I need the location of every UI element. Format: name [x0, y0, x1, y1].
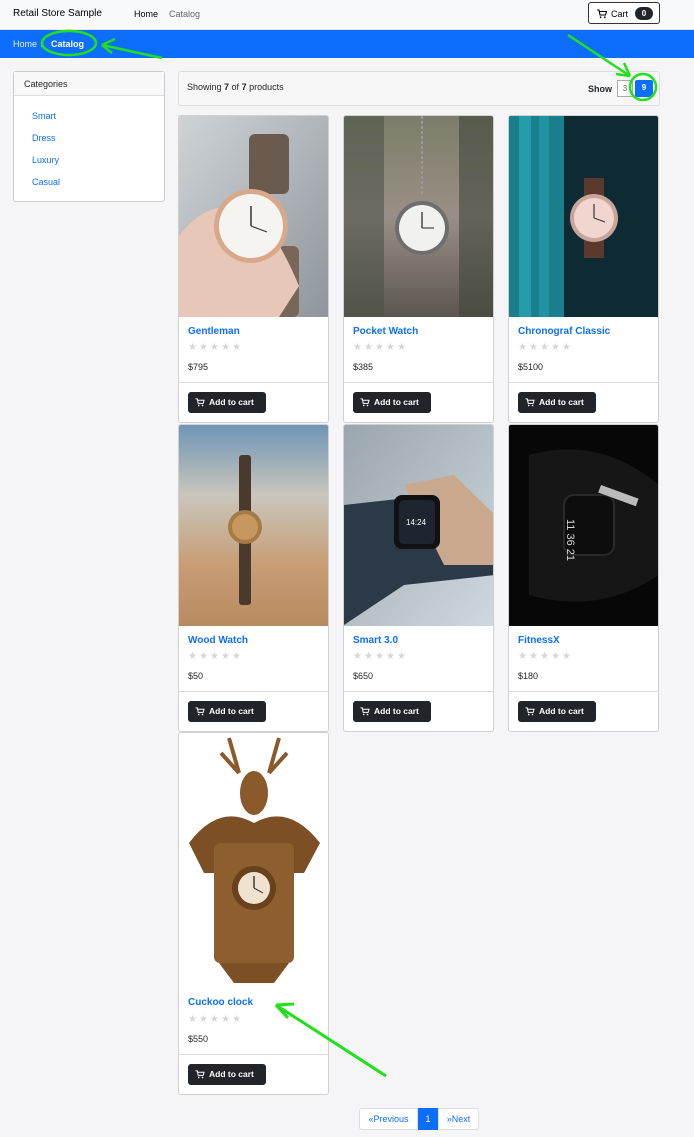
product-price: $180 [518, 671, 539, 681]
cart-count-badge: 0 [635, 7, 653, 20]
product-image-smart-3[interactable]: 14:24 [344, 425, 493, 626]
page-size-option-3[interactable]: 3 [617, 80, 633, 97]
product-price: $650 [353, 671, 374, 681]
brand-name[interactable]: Retail Store Sample [13, 8, 102, 19]
product-price: $385 [353, 362, 374, 372]
svg-text:11 36 21: 11 36 21 [564, 519, 576, 561]
breadcrumb: Home / Catalog [0, 30, 694, 58]
cart-label: Cart [611, 9, 629, 19]
add-to-cart-label: Add to cart [209, 1069, 254, 1079]
categories-title: Categories [14, 72, 164, 96]
product-card-smart-3: 14:24 Smart 3.0 ★ ★ ★ ★ ★ $650 Add to cart [343, 424, 494, 732]
category-luxury[interactable]: Luxury [32, 155, 59, 165]
add-to-cart-button[interactable]: Add to cart [353, 701, 431, 722]
cart-icon [195, 1070, 205, 1079]
product-image-fitnessx[interactable]: 11 36 21 [509, 425, 658, 626]
rating-stars: ★ ★ ★ ★ ★ [353, 342, 406, 353]
product-card-fitnessx: 11 36 21 FitnessX ★ ★ ★ ★ ★ $180 Add to cart [508, 424, 659, 732]
add-to-cart-label: Add to cart [209, 397, 254, 407]
add-to-cart-button[interactable]: Add to cart [188, 1064, 266, 1085]
rating-stars: ★ ★ ★ ★ ★ [518, 342, 571, 353]
product-card-pocket-watch: Pocket Watch ★ ★ ★ ★ ★ $385 Add to cart [343, 115, 494, 423]
product-title[interactable]: Gentleman [188, 326, 240, 337]
rating-stars: ★ ★ ★ ★ ★ [188, 342, 241, 353]
cart-icon [360, 398, 370, 407]
page-size-option-9[interactable]: 9 [635, 80, 653, 97]
svg-text:14:24: 14:24 [406, 518, 427, 527]
add-to-cart-label: Add to cart [374, 397, 419, 407]
add-to-cart-button[interactable]: Add to cart [353, 392, 431, 413]
product-title[interactable]: Wood Watch [188, 635, 248, 646]
breadcrumb-separator: / [41, 39, 44, 49]
product-image-gentleman[interactable] [179, 116, 328, 317]
results-prefix: Showing [187, 82, 225, 92]
product-title[interactable]: Chronograf Classic [518, 326, 610, 337]
nav-link-catalog[interactable]: Catalog [169, 9, 200, 19]
cart-icon [597, 9, 607, 19]
add-to-cart-label: Add to cart [374, 706, 419, 716]
cart-icon [525, 707, 535, 716]
categories-panel: Categories Smart Dress Luxury Casual [13, 71, 165, 202]
results-count: Showing 7 of 7 products [187, 82, 284, 92]
breadcrumb-current: Catalog [51, 39, 85, 49]
card-divider [344, 382, 493, 383]
card-divider [179, 1054, 328, 1055]
results-of: of [229, 82, 242, 92]
pagination-page-1[interactable]: 1 [418, 1108, 438, 1130]
card-divider [179, 691, 328, 692]
rating-stars: ★ ★ ★ ★ ★ [188, 651, 241, 662]
product-title[interactable]: Smart 3.0 [353, 635, 398, 646]
add-to-cart-button[interactable]: Add to cart [518, 701, 596, 722]
rating-stars: ★ ★ ★ ★ ★ [518, 651, 571, 662]
category-smart[interactable]: Smart [32, 111, 56, 121]
card-divider [179, 382, 328, 383]
product-price: $795 [188, 362, 209, 372]
add-to-cart-button[interactable]: Add to cart [518, 392, 596, 413]
card-divider [344, 691, 493, 692]
product-card-wood-watch: Wood Watch ★ ★ ★ ★ ★ $50 Add to cart [178, 424, 329, 732]
rating-stars: ★ ★ ★ ★ ★ [188, 1014, 241, 1025]
product-card-chronograf-classic: Chronograf Classic ★ ★ ★ ★ ★ $5100 Add to ca… [508, 115, 659, 423]
page-size-label: Show [588, 84, 612, 94]
product-price: $50 [188, 671, 204, 681]
cart-button[interactable]: Cart 0 [588, 2, 660, 24]
breadcrumb-home[interactable]: Home [13, 39, 37, 49]
product-price: $5100 [518, 362, 544, 372]
top-navbar: Retail Store Sample Home Catalog Cart 0 [0, 0, 694, 30]
pagination-previous[interactable]: «Previous [359, 1108, 418, 1130]
card-divider [509, 382, 658, 383]
cart-icon [525, 398, 535, 407]
product-title[interactable]: Pocket Watch [353, 326, 418, 337]
product-card-cuckoo-clock: Cuckoo clock ★ ★ ★ ★ ★ $550 Add to cart [178, 732, 329, 1095]
add-to-cart-button[interactable]: Add to cart [188, 392, 266, 413]
nav-link-home[interactable]: Home [134, 9, 158, 19]
card-divider [509, 691, 658, 692]
cart-icon [360, 707, 370, 716]
rating-stars: ★ ★ ★ ★ ★ [353, 651, 406, 662]
category-casual[interactable]: Casual [32, 177, 60, 187]
product-image-chronograf-classic[interactable] [509, 116, 658, 317]
product-title[interactable]: Cuckoo clock [188, 997, 253, 1008]
product-title[interactable]: FitnessX [518, 635, 560, 646]
product-image-wood-watch[interactable] [179, 425, 328, 626]
add-to-cart-label: Add to cart [539, 706, 584, 716]
add-to-cart-label: Add to cart [209, 706, 254, 716]
add-to-cart-button[interactable]: Add to cart [188, 701, 266, 722]
product-card-gentleman: Gentleman ★ ★ ★ ★ ★ $795 Add to cart [178, 115, 329, 423]
category-dress[interactable]: Dress [32, 133, 56, 143]
add-to-cart-label: Add to cart [539, 397, 584, 407]
results-toolbar: Showing 7 of 7 products Show 3 9 [178, 71, 660, 106]
cart-icon [195, 707, 205, 716]
product-price: $550 [188, 1034, 209, 1044]
pagination-next[interactable]: »Next [438, 1108, 479, 1130]
product-image-cuckoo-clock[interactable] [179, 733, 328, 989]
product-image-pocket-watch[interactable] [344, 116, 493, 317]
results-suffix: products [246, 82, 284, 92]
cart-icon [195, 398, 205, 407]
